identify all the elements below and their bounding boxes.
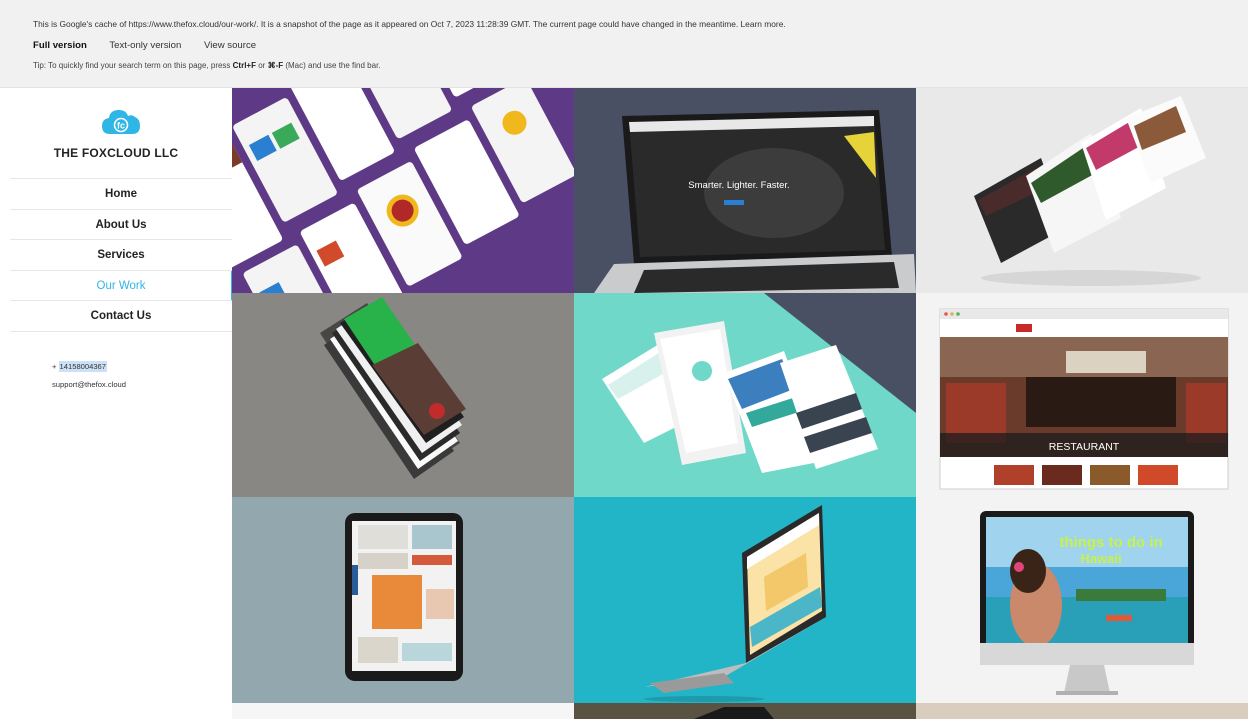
brand-name[interactable]: THE FOXCLOUD LLC xyxy=(0,146,232,160)
cache-banner: This is Google's cache of https://www.th… xyxy=(0,0,1248,88)
view-source-link[interactable]: View source xyxy=(204,40,256,51)
email-address[interactable]: support@thefox.cloud xyxy=(52,380,126,389)
logo-letters: fc xyxy=(117,121,125,131)
portfolio-grid: Smarter. Lighter. Faster. RESTAURANT thi… xyxy=(232,88,1248,719)
cache-notice: This is Google's cache of https://www.th… xyxy=(33,19,786,29)
portfolio-tile-restaurant-site[interactable]: RESTAURANT xyxy=(916,293,1248,497)
portfolio-tile-row4-2[interactable] xyxy=(574,703,916,719)
nav-item-contact-us[interactable]: Contact Us xyxy=(10,301,232,332)
tip-prefix: Tip: To quickly find your search term on… xyxy=(33,61,233,70)
nav-item-services[interactable]: Services xyxy=(10,240,232,271)
hawaii-title-line2: Hawaii xyxy=(1080,551,1121,566)
contact-info: + 14158004367 support@thefox.cloud xyxy=(52,361,126,389)
portfolio-tile-tablet-baby[interactable] xyxy=(232,497,574,703)
laptop-headline: Smarter. Lighter. Faster. xyxy=(688,180,789,191)
tip-keys-cmd-f: ⌘-F xyxy=(267,61,284,70)
phone-line: + 14158004367 xyxy=(52,361,126,372)
text-only-version-link[interactable]: Text-only version xyxy=(109,40,181,51)
nav-item-our-work[interactable]: Our Work xyxy=(10,270,234,301)
tip-suffix: (Mac) and use the find bar. xyxy=(283,61,381,70)
portfolio-tile-liquor-app[interactable] xyxy=(232,88,574,293)
sidebar: fc THE FOXCLOUD LLC Home About Us Servic… xyxy=(0,88,234,719)
main-nav: Home About Us Services Our Work Contact … xyxy=(10,178,234,332)
restaurant-label: RESTAURANT xyxy=(1049,441,1120,453)
tip-keys-ctrl-f: Ctrl+F xyxy=(232,61,256,70)
portfolio-tile-hawaii-site[interactable]: things to do in Hawaii xyxy=(916,497,1248,703)
nav-item-home[interactable]: Home xyxy=(10,179,232,210)
hawaii-title-line1: things to do in xyxy=(1059,534,1162,551)
cache-tip: Tip: To quickly find your search term on… xyxy=(33,61,1248,70)
tip-or: or xyxy=(256,61,268,70)
full-version-link[interactable]: Full version xyxy=(33,40,87,51)
phone-prefix: + xyxy=(52,362,59,371)
portfolio-tile-laptop-site[interactable]: Smarter. Lighter. Faster. xyxy=(574,88,916,293)
portfolio-tile-floating-laptop[interactable] xyxy=(574,497,916,703)
portfolio-tile-row4-1[interactable] xyxy=(232,703,574,719)
nav-item-about-us[interactable]: About Us xyxy=(10,210,232,240)
phone-number[interactable]: 14158004367 xyxy=(58,361,108,372)
portfolio-tile-row4-3[interactable] xyxy=(916,703,1248,719)
portfolio-tile-phone-stack[interactable] xyxy=(232,293,574,497)
cache-links: Full version Text-only version View sour… xyxy=(33,40,1248,51)
portfolio-tile-3d-app-screens[interactable] xyxy=(916,88,1248,293)
portfolio-tile-travel-app[interactable] xyxy=(574,293,916,497)
foxcloud-logo-icon[interactable]: fc xyxy=(100,106,142,138)
